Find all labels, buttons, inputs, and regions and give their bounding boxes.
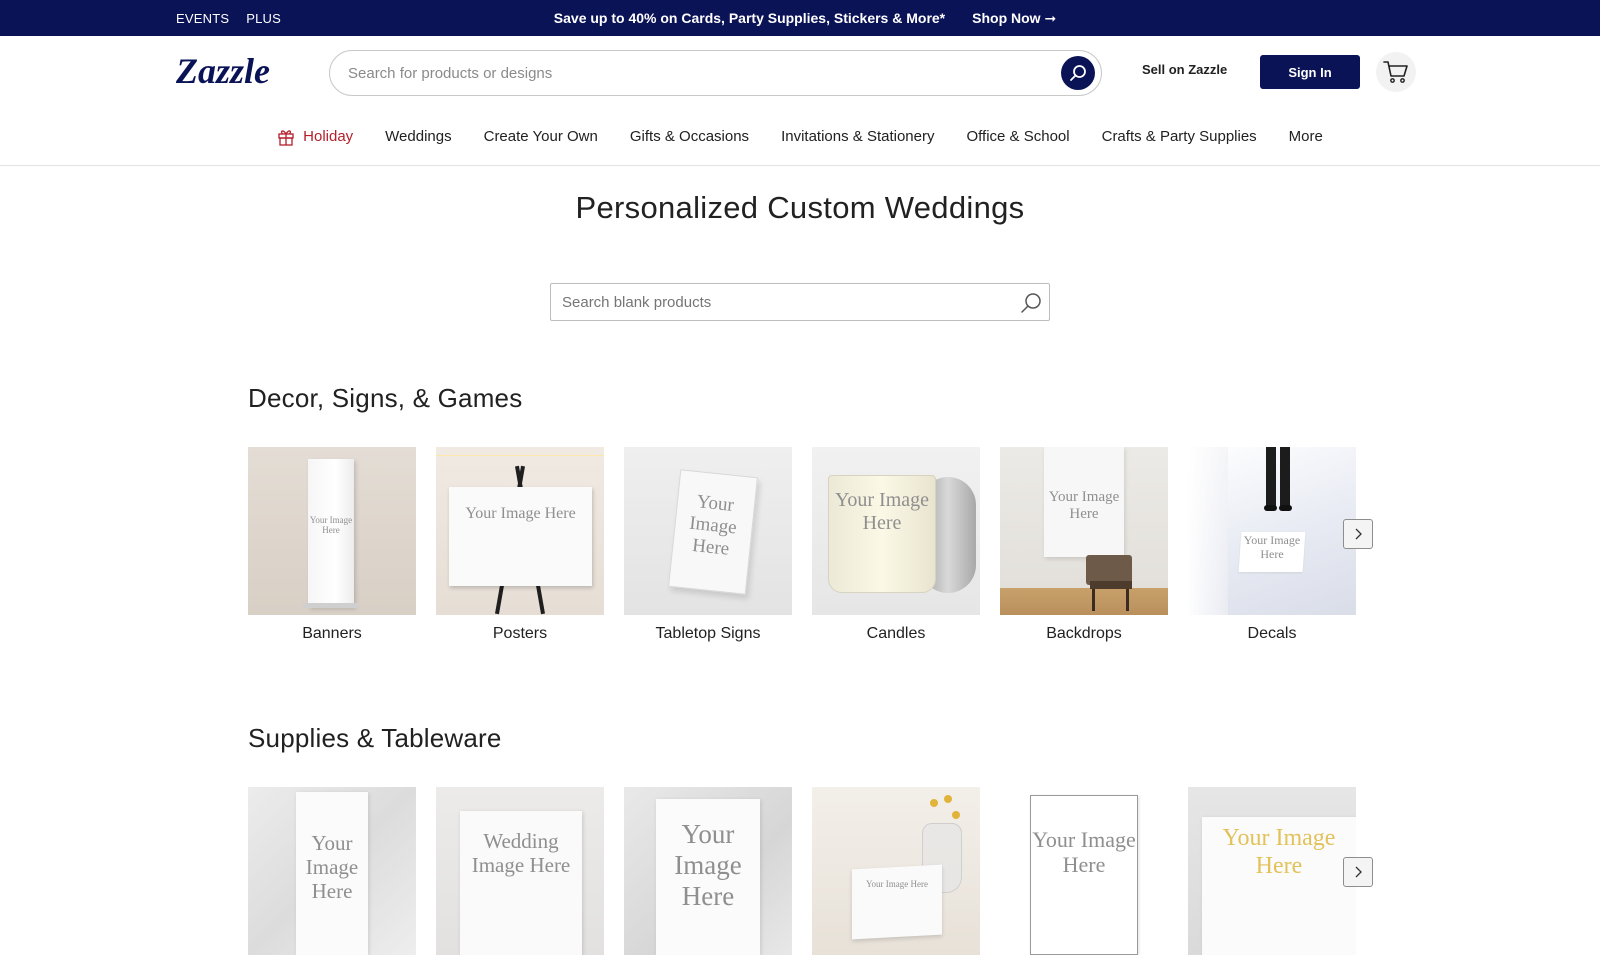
product-image: Your Image Here [248,787,416,955]
main-nav: Holiday Weddings Create Your Own Gifts &… [0,108,1600,166]
nav-item-more[interactable]: More [1289,128,1323,145]
section-title-decor: Decor, Signs, & Games [248,383,523,413]
product-image-tabletop-signs: Your Image Here [624,447,792,615]
search-icon [1070,65,1086,81]
product-image-decals: Your Image Here [1188,447,1356,615]
nav-item-create-your-own[interactable]: Create Your Own [484,128,598,145]
blank-product-search [550,283,1050,321]
chevron-right-icon [1355,866,1362,878]
blank-product-search-input[interactable] [562,284,1002,320]
nav-label-holiday: Holiday [303,128,354,145]
promo-bar: EVENTS PLUS Save up to 40% on Cards, Par… [0,0,1600,36]
product-label: Backdrops [1046,625,1122,642]
section-title-supplies: Supplies & Tableware [248,723,502,753]
product-image-candles: Your Image Here [812,447,980,615]
product-card[interactable]: Wedding Image Here [436,787,604,955]
carousel-next-button-supplies[interactable] [1343,857,1373,887]
cart-icon [1383,61,1408,83]
product-image-posters: Your Image Here [436,447,604,615]
site-search-input[interactable] [348,51,1028,95]
nav-item-crafts-party-supplies[interactable]: Crafts & Party Supplies [1102,128,1257,145]
product-card[interactable]: Your Image Here [1188,787,1356,955]
product-row-decor: Your Image Here Banners Your Image Here … [248,447,1374,643]
svg-text:Zazzle: Zazzle [176,52,270,91]
nav-item-holiday[interactable]: Holiday [277,128,353,146]
product-image: Your Image Here [624,787,792,955]
sign-in-button[interactable]: Sign In [1260,55,1360,89]
product-card[interactable]: Your Image Here [1000,787,1168,955]
promo-message-area: Save up to 40% on Cards, Party Supplies,… [0,0,1600,36]
product-image: Your Image Here [1000,787,1168,955]
product-label: Tabletop Signs [655,625,761,642]
product-card[interactable]: Your Image Here [812,787,980,955]
product-card-banners[interactable]: Your Image Here Banners [248,447,416,643]
shop-now-link[interactable]: Shop Now ➞ [972,10,1056,27]
nav-item-invitations-stationery[interactable]: Invitations & Stationery [781,128,934,145]
promo-message[interactable]: Save up to 40% on Cards, Party Supplies,… [554,10,945,26]
search-icon[interactable] [1019,291,1043,315]
product-card-candles[interactable]: Your Image Here Candles [812,447,980,643]
product-card[interactable]: Your Image Here [624,787,792,955]
product-label: Posters [492,625,548,642]
product-image-banners: Your Image Here [248,447,416,615]
gift-icon [278,129,294,146]
product-image: Your Image Here [1188,787,1356,955]
product-card-posters[interactable]: Your Image Here Posters [436,447,604,643]
product-image-backdrops: Your Image Here [1000,447,1168,615]
product-row-supplies: Your Image Here Wedding Image Here Your … [248,787,1374,955]
site-search-button[interactable] [1061,56,1095,90]
header: Zazzle Sell on Zazzle Sign In [0,36,1600,108]
product-card-backdrops[interactable]: Your Image Here Backdrops [1000,447,1168,643]
zazzle-logo[interactable]: Zazzle [176,52,316,92]
product-image: Your Image Here [812,787,980,955]
sell-on-zazzle-link[interactable]: Sell on Zazzle [1142,62,1227,77]
product-card-tabletop-signs[interactable]: Your Image Here Tabletop Signs [624,447,792,643]
product-label: Banners [302,625,362,642]
page-title: Personalized Custom Weddings [575,190,1025,225]
product-image: Wedding Image Here [436,787,604,955]
cart-button[interactable] [1376,52,1416,92]
carousel-next-button-decor[interactable] [1343,519,1373,549]
nav-item-office-school[interactable]: Office & School [966,128,1069,145]
product-label: Candles [866,625,926,642]
chevron-right-icon [1355,528,1362,540]
product-label: Decals [1247,625,1297,642]
product-card-decals[interactable]: Your Image Here Decals [1188,447,1356,643]
nav-item-gifts-occasions[interactable]: Gifts & Occasions [630,128,749,145]
site-search [329,50,1102,96]
nav-item-weddings[interactable]: Weddings [385,128,451,145]
product-card[interactable]: Your Image Here [248,787,416,955]
